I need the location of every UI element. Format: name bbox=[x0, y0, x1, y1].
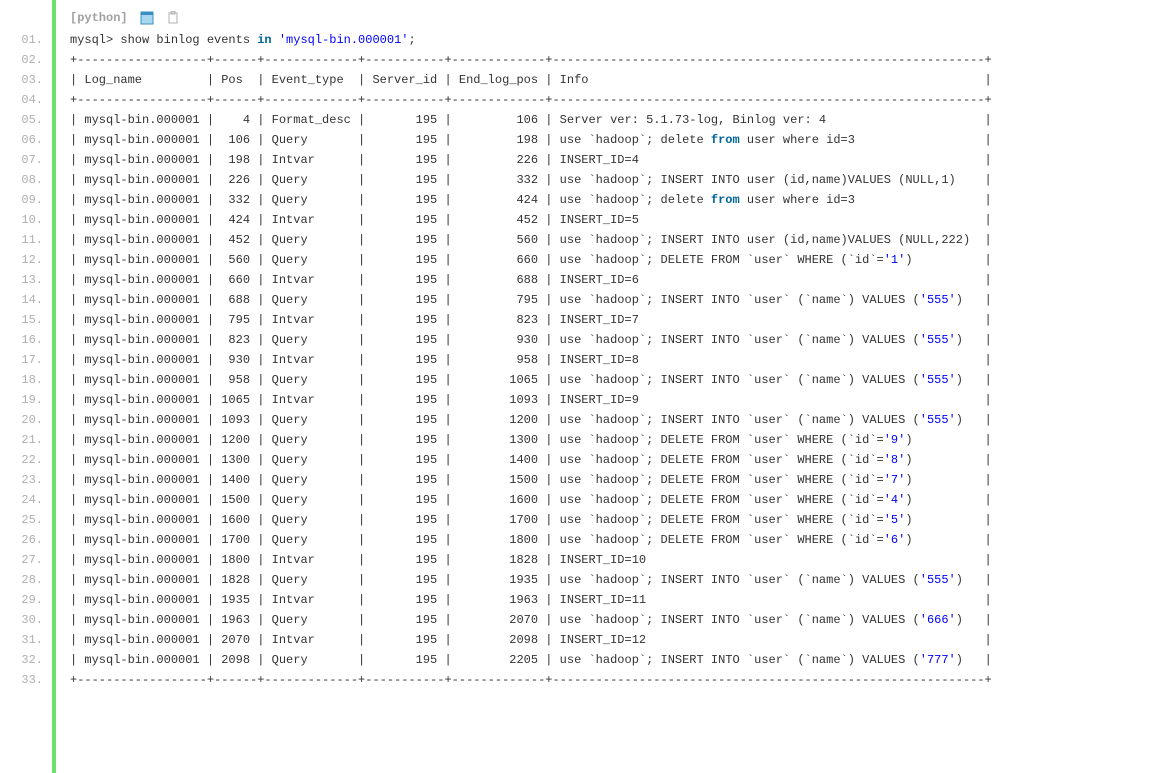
code-line: | mysql-bin.000001 | 2098 | Query | 195 … bbox=[70, 650, 1161, 670]
line-number: 02. bbox=[0, 50, 51, 70]
line-number: 09. bbox=[0, 190, 51, 210]
code-line: | mysql-bin.000001 | 795 | Intvar | 195 … bbox=[70, 310, 1161, 330]
code-line: | mysql-bin.000001 | 1300 | Query | 195 … bbox=[70, 450, 1161, 470]
line-number: 33. bbox=[0, 670, 51, 690]
line-number: 22. bbox=[0, 450, 51, 470]
line-number: 29. bbox=[0, 590, 51, 610]
code-line: +------------------+------+-------------… bbox=[70, 50, 1161, 70]
code-line: | mysql-bin.000001 | 106 | Query | 195 |… bbox=[70, 130, 1161, 150]
code-line: | mysql-bin.000001 | 823 | Query | 195 |… bbox=[70, 330, 1161, 350]
code-line: | mysql-bin.000001 | 688 | Query | 195 |… bbox=[70, 290, 1161, 310]
line-number: 25. bbox=[0, 510, 51, 530]
code-line: | mysql-bin.000001 | 1200 | Query | 195 … bbox=[70, 430, 1161, 450]
line-number: 13. bbox=[0, 270, 51, 290]
line-number: 10. bbox=[0, 210, 51, 230]
line-number: 30. bbox=[0, 610, 51, 630]
line-number: 26. bbox=[0, 530, 51, 550]
line-number: 24. bbox=[0, 490, 51, 510]
line-number-gutter: 01.02.03.04.05.06.07.08.09.10.11.12.13.1… bbox=[0, 0, 52, 773]
code-line: | mysql-bin.000001 | 1600 | Query | 195 … bbox=[70, 510, 1161, 530]
code-line: | mysql-bin.000001 | 1800 | Intvar | 195… bbox=[70, 550, 1161, 570]
code-line: | mysql-bin.000001 | 1065 | Intvar | 195… bbox=[70, 390, 1161, 410]
code-line: | mysql-bin.000001 | 1500 | Query | 195 … bbox=[70, 490, 1161, 510]
line-number: 16. bbox=[0, 330, 51, 350]
line-number: 11. bbox=[0, 230, 51, 250]
code-lines[interactable]: mysql> show binlog events in 'mysql-bin.… bbox=[70, 30, 1161, 690]
code-block: 01.02.03.04.05.06.07.08.09.10.11.12.13.1… bbox=[0, 0, 1161, 773]
line-number: 17. bbox=[0, 350, 51, 370]
line-number: 19. bbox=[0, 390, 51, 410]
line-number: 28. bbox=[0, 570, 51, 590]
code-line: | mysql-bin.000001 | 198 | Intvar | 195 … bbox=[70, 150, 1161, 170]
code-line: | mysql-bin.000001 | 958 | Query | 195 |… bbox=[70, 370, 1161, 390]
code-line: | mysql-bin.000001 | 1828 | Query | 195 … bbox=[70, 570, 1161, 590]
line-number: 31. bbox=[0, 630, 51, 650]
code-line: | mysql-bin.000001 | 332 | Query | 195 |… bbox=[70, 190, 1161, 210]
code-line: | mysql-bin.000001 | 660 | Intvar | 195 … bbox=[70, 270, 1161, 290]
code-line: | Log_name | Pos | Event_type | Server_i… bbox=[70, 70, 1161, 90]
code-line: | mysql-bin.000001 | 2070 | Intvar | 195… bbox=[70, 630, 1161, 650]
code-line: | mysql-bin.000001 | 1963 | Query | 195 … bbox=[70, 610, 1161, 630]
line-number: 27. bbox=[0, 550, 51, 570]
code-line: | mysql-bin.000001 | 930 | Intvar | 195 … bbox=[70, 350, 1161, 370]
code-line: | mysql-bin.000001 | 1093 | Query | 195 … bbox=[70, 410, 1161, 430]
code-line: +------------------+------+-------------… bbox=[70, 90, 1161, 110]
code-line: | mysql-bin.000001 | 1935 | Intvar | 195… bbox=[70, 590, 1161, 610]
toolbar: [python] bbox=[70, 6, 1161, 30]
line-number: 03. bbox=[0, 70, 51, 90]
line-number: 20. bbox=[0, 410, 51, 430]
code-line: | mysql-bin.000001 | 4 | Format_desc | 1… bbox=[70, 110, 1161, 130]
line-number: 08. bbox=[0, 170, 51, 190]
code-line: | mysql-bin.000001 | 1700 | Query | 195 … bbox=[70, 530, 1161, 550]
line-number: 04. bbox=[0, 90, 51, 110]
code-line: | mysql-bin.000001 | 560 | Query | 195 |… bbox=[70, 250, 1161, 270]
code-line: | mysql-bin.000001 | 226 | Query | 195 |… bbox=[70, 170, 1161, 190]
line-number: 18. bbox=[0, 370, 51, 390]
code-content: [python] mysql> show binlog events in 'm… bbox=[56, 0, 1161, 773]
code-line: mysql> show binlog events in 'mysql-bin.… bbox=[70, 30, 1161, 50]
line-number: 14. bbox=[0, 290, 51, 310]
line-number: 32. bbox=[0, 650, 51, 670]
code-line: | mysql-bin.000001 | 424 | Intvar | 195 … bbox=[70, 210, 1161, 230]
line-number: 12. bbox=[0, 250, 51, 270]
line-number: 01. bbox=[0, 30, 51, 50]
code-line: | mysql-bin.000001 | 1400 | Query | 195 … bbox=[70, 470, 1161, 490]
view-source-icon[interactable] bbox=[140, 11, 154, 25]
line-number: 15. bbox=[0, 310, 51, 330]
line-number: 05. bbox=[0, 110, 51, 130]
line-number: 06. bbox=[0, 130, 51, 150]
code-line: | mysql-bin.000001 | 452 | Query | 195 |… bbox=[70, 230, 1161, 250]
copy-icon[interactable] bbox=[166, 11, 180, 25]
line-number: 21. bbox=[0, 430, 51, 450]
code-line: +------------------+------+-------------… bbox=[70, 670, 1161, 690]
line-number: 07. bbox=[0, 150, 51, 170]
language-label: [python] bbox=[70, 8, 128, 28]
line-number: 23. bbox=[0, 470, 51, 490]
